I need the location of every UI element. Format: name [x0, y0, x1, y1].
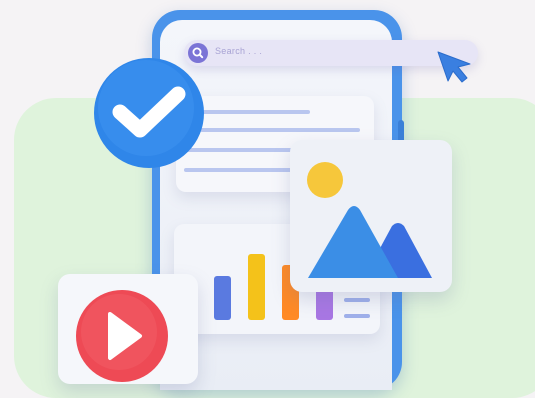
- text-line: [200, 110, 310, 114]
- chart-bar: [214, 276, 231, 320]
- play-icon[interactable]: [58, 274, 198, 384]
- video-card: [58, 274, 198, 384]
- cursor-arrow-icon: [437, 51, 471, 83]
- image-card: [290, 140, 452, 292]
- image-icon: [307, 162, 432, 278]
- chart-bar: [316, 289, 333, 320]
- text-line: [200, 128, 360, 132]
- search-input[interactable]: Search . . .: [215, 46, 262, 56]
- chart-legend-line: [344, 314, 370, 318]
- chart-legend-line: [344, 298, 370, 302]
- checkmark-icon: [92, 56, 206, 170]
- chart-bar: [248, 254, 265, 320]
